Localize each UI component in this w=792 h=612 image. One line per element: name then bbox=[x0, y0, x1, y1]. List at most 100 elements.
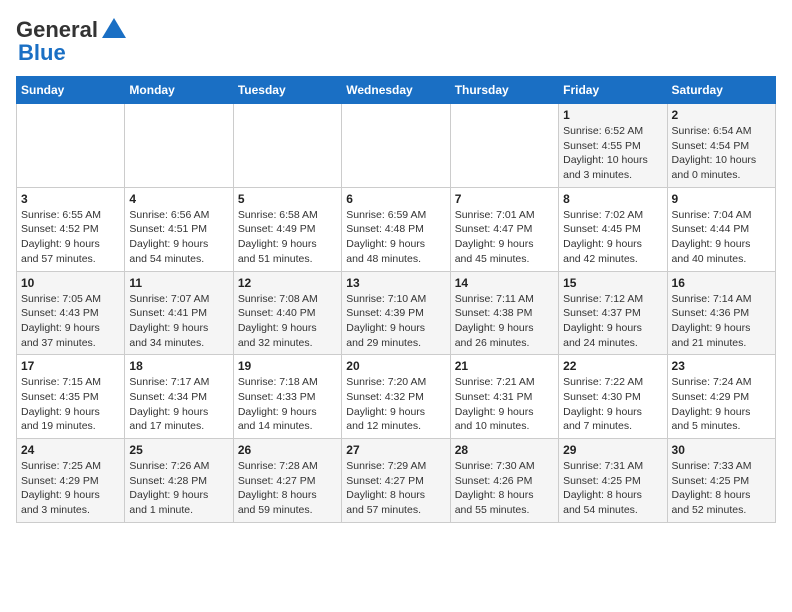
day-cell bbox=[125, 104, 233, 188]
day-cell: 4 Sunrise: 6:56 AM Sunset: 4:51 PM Daylig… bbox=[125, 187, 233, 271]
calendar-header: SundayMondayTuesdayWednesdayThursdayFrid… bbox=[17, 77, 776, 104]
day-number: 19 bbox=[238, 359, 337, 373]
day-cell: 29 Sunrise: 7:31 AM Sunset: 4:25 PM Dayli… bbox=[559, 439, 667, 523]
day-number: 15 bbox=[563, 276, 662, 290]
week-row-2: 3 Sunrise: 6:55 AM Sunset: 4:52 PM Daylig… bbox=[17, 187, 776, 271]
page-header: General Blue bbox=[16, 16, 776, 66]
day-number: 22 bbox=[563, 359, 662, 373]
day-cell: 6Sunrise: 6:59 AM Sunset: 4:48 PM Daylig… bbox=[342, 187, 450, 271]
day-cell: 27 Sunrise: 7:29 AM Sunset: 4:27 PM Dayli… bbox=[342, 439, 450, 523]
header-row: SundayMondayTuesdayWednesdayThursdayFrid… bbox=[17, 77, 776, 104]
day-info: Sunrise: 7:28 AM Sunset: 4:27 PM Dayligh… bbox=[238, 459, 337, 518]
day-info: Sunrise: 7:24 AM Sunset: 4:29 PM Dayligh… bbox=[672, 375, 771, 434]
day-number: 7 bbox=[455, 192, 554, 206]
day-cell: 11 Sunrise: 7:07 AM Sunset: 4:41 PM Dayli… bbox=[125, 271, 233, 355]
day-info: Sunrise: 7:08 AM Sunset: 4:40 PM Dayligh… bbox=[238, 292, 337, 351]
calendar-table: SundayMondayTuesdayWednesdayThursdayFrid… bbox=[16, 76, 776, 523]
day-number: 9 bbox=[672, 192, 771, 206]
day-cell: 21 Sunrise: 7:21 AM Sunset: 4:31 PM Dayli… bbox=[450, 355, 558, 439]
day-info: Sunrise: 7:29 AM Sunset: 4:27 PM Dayligh… bbox=[346, 459, 445, 518]
day-info: Sunrise: 7:33 AM Sunset: 4:25 PM Dayligh… bbox=[672, 459, 771, 518]
day-info: Sunrise: 7:01 AM Sunset: 4:47 PM Dayligh… bbox=[455, 208, 554, 267]
day-number: 24 bbox=[21, 443, 120, 457]
day-cell: 22 Sunrise: 7:22 AM Sunset: 4:30 PM Dayli… bbox=[559, 355, 667, 439]
day-info: Sunrise: 7:31 AM Sunset: 4:25 PM Dayligh… bbox=[563, 459, 662, 518]
day-cell: 1Sunrise: 6:52 AM Sunset: 4:55 PM Daylig… bbox=[559, 104, 667, 188]
day-number: 3 bbox=[21, 192, 120, 206]
day-number: 18 bbox=[129, 359, 228, 373]
day-cell: 9 Sunrise: 7:04 AM Sunset: 4:44 PM Daylig… bbox=[667, 187, 775, 271]
day-cell: 3 Sunrise: 6:55 AM Sunset: 4:52 PM Daylig… bbox=[17, 187, 125, 271]
day-cell: 5 Sunrise: 6:58 AM Sunset: 4:49 PM Daylig… bbox=[233, 187, 341, 271]
day-number: 29 bbox=[563, 443, 662, 457]
day-number: 5 bbox=[238, 192, 337, 206]
day-info: Sunrise: 7:04 AM Sunset: 4:44 PM Dayligh… bbox=[672, 208, 771, 267]
day-cell: 15 Sunrise: 7:12 AM Sunset: 4:37 PM Dayli… bbox=[559, 271, 667, 355]
day-number: 8 bbox=[563, 192, 662, 206]
day-number: 30 bbox=[672, 443, 771, 457]
day-cell: 19 Sunrise: 7:18 AM Sunset: 4:33 PM Dayli… bbox=[233, 355, 341, 439]
day-cell: 25 Sunrise: 7:26 AM Sunset: 4:28 PM Dayli… bbox=[125, 439, 233, 523]
day-cell bbox=[450, 104, 558, 188]
day-info: Sunrise: 7:07 AM Sunset: 4:41 PM Dayligh… bbox=[129, 292, 228, 351]
day-number: 12 bbox=[238, 276, 337, 290]
day-cell: 28 Sunrise: 7:30 AM Sunset: 4:26 PM Dayli… bbox=[450, 439, 558, 523]
day-info: Sunrise: 7:30 AM Sunset: 4:26 PM Dayligh… bbox=[455, 459, 554, 518]
day-cell: 20Sunrise: 7:20 AM Sunset: 4:32 PM Dayli… bbox=[342, 355, 450, 439]
day-number: 25 bbox=[129, 443, 228, 457]
day-cell: 18 Sunrise: 7:17 AM Sunset: 4:34 PM Dayli… bbox=[125, 355, 233, 439]
day-cell: 10 Sunrise: 7:05 AM Sunset: 4:43 PM Dayli… bbox=[17, 271, 125, 355]
day-number: 2 bbox=[672, 108, 771, 122]
logo-blue: Blue bbox=[16, 40, 66, 66]
day-info: Sunrise: 7:26 AM Sunset: 4:28 PM Dayligh… bbox=[129, 459, 228, 518]
day-cell: 24 Sunrise: 7:25 AM Sunset: 4:29 PM Dayli… bbox=[17, 439, 125, 523]
day-number: 27 bbox=[346, 443, 445, 457]
week-row-4: 17Sunrise: 7:15 AM Sunset: 4:35 PM Dayli… bbox=[17, 355, 776, 439]
day-number: 21 bbox=[455, 359, 554, 373]
day-info: Sunrise: 7:12 AM Sunset: 4:37 PM Dayligh… bbox=[563, 292, 662, 351]
day-cell: 16Sunrise: 7:14 AM Sunset: 4:36 PM Dayli… bbox=[667, 271, 775, 355]
day-cell bbox=[342, 104, 450, 188]
day-info: Sunrise: 7:21 AM Sunset: 4:31 PM Dayligh… bbox=[455, 375, 554, 434]
day-info: Sunrise: 6:56 AM Sunset: 4:51 PM Dayligh… bbox=[129, 208, 228, 267]
logo: General Blue bbox=[16, 16, 128, 66]
day-number: 10 bbox=[21, 276, 120, 290]
day-cell: 30 Sunrise: 7:33 AM Sunset: 4:25 PM Dayli… bbox=[667, 439, 775, 523]
header-cell-monday: Monday bbox=[125, 77, 233, 104]
header-cell-tuesday: Tuesday bbox=[233, 77, 341, 104]
day-number: 26 bbox=[238, 443, 337, 457]
day-number: 11 bbox=[129, 276, 228, 290]
day-number: 16 bbox=[672, 276, 771, 290]
day-info: Sunrise: 6:58 AM Sunset: 4:49 PM Dayligh… bbox=[238, 208, 337, 267]
calendar-body: 1Sunrise: 6:52 AM Sunset: 4:55 PM Daylig… bbox=[17, 104, 776, 523]
day-number: 4 bbox=[129, 192, 228, 206]
day-number: 23 bbox=[672, 359, 771, 373]
day-cell: 14 Sunrise: 7:11 AM Sunset: 4:38 PM Dayli… bbox=[450, 271, 558, 355]
week-row-5: 24 Sunrise: 7:25 AM Sunset: 4:29 PM Dayli… bbox=[17, 439, 776, 523]
header-cell-saturday: Saturday bbox=[667, 77, 775, 104]
day-info: Sunrise: 7:20 AM Sunset: 4:32 PM Dayligh… bbox=[346, 375, 445, 434]
day-info: Sunrise: 6:59 AM Sunset: 4:48 PM Dayligh… bbox=[346, 208, 445, 267]
day-info: Sunrise: 7:05 AM Sunset: 4:43 PM Dayligh… bbox=[21, 292, 120, 351]
day-info: Sunrise: 7:18 AM Sunset: 4:33 PM Dayligh… bbox=[238, 375, 337, 434]
day-cell: 2 Sunrise: 6:54 AM Sunset: 4:54 PM Daylig… bbox=[667, 104, 775, 188]
day-number: 14 bbox=[455, 276, 554, 290]
day-info: Sunrise: 7:02 AM Sunset: 4:45 PM Dayligh… bbox=[563, 208, 662, 267]
day-number: 1 bbox=[563, 108, 662, 122]
day-cell bbox=[233, 104, 341, 188]
day-info: Sunrise: 7:17 AM Sunset: 4:34 PM Dayligh… bbox=[129, 375, 228, 434]
day-cell: 8 Sunrise: 7:02 AM Sunset: 4:45 PM Daylig… bbox=[559, 187, 667, 271]
day-cell bbox=[17, 104, 125, 188]
day-info: Sunrise: 7:25 AM Sunset: 4:29 PM Dayligh… bbox=[21, 459, 120, 518]
day-number: 28 bbox=[455, 443, 554, 457]
day-info: Sunrise: 7:22 AM Sunset: 4:30 PM Dayligh… bbox=[563, 375, 662, 434]
day-cell: 17Sunrise: 7:15 AM Sunset: 4:35 PM Dayli… bbox=[17, 355, 125, 439]
day-cell: 7 Sunrise: 7:01 AM Sunset: 4:47 PM Daylig… bbox=[450, 187, 558, 271]
header-cell-friday: Friday bbox=[559, 77, 667, 104]
day-info: Sunrise: 7:11 AM Sunset: 4:38 PM Dayligh… bbox=[455, 292, 554, 351]
day-info: Sunrise: 6:54 AM Sunset: 4:54 PM Dayligh… bbox=[672, 124, 771, 183]
day-info: Sunrise: 6:55 AM Sunset: 4:52 PM Dayligh… bbox=[21, 208, 120, 267]
day-cell: 13Sunrise: 7:10 AM Sunset: 4:39 PM Dayli… bbox=[342, 271, 450, 355]
header-cell-wednesday: Wednesday bbox=[342, 77, 450, 104]
day-cell: 23 Sunrise: 7:24 AM Sunset: 4:29 PM Dayli… bbox=[667, 355, 775, 439]
